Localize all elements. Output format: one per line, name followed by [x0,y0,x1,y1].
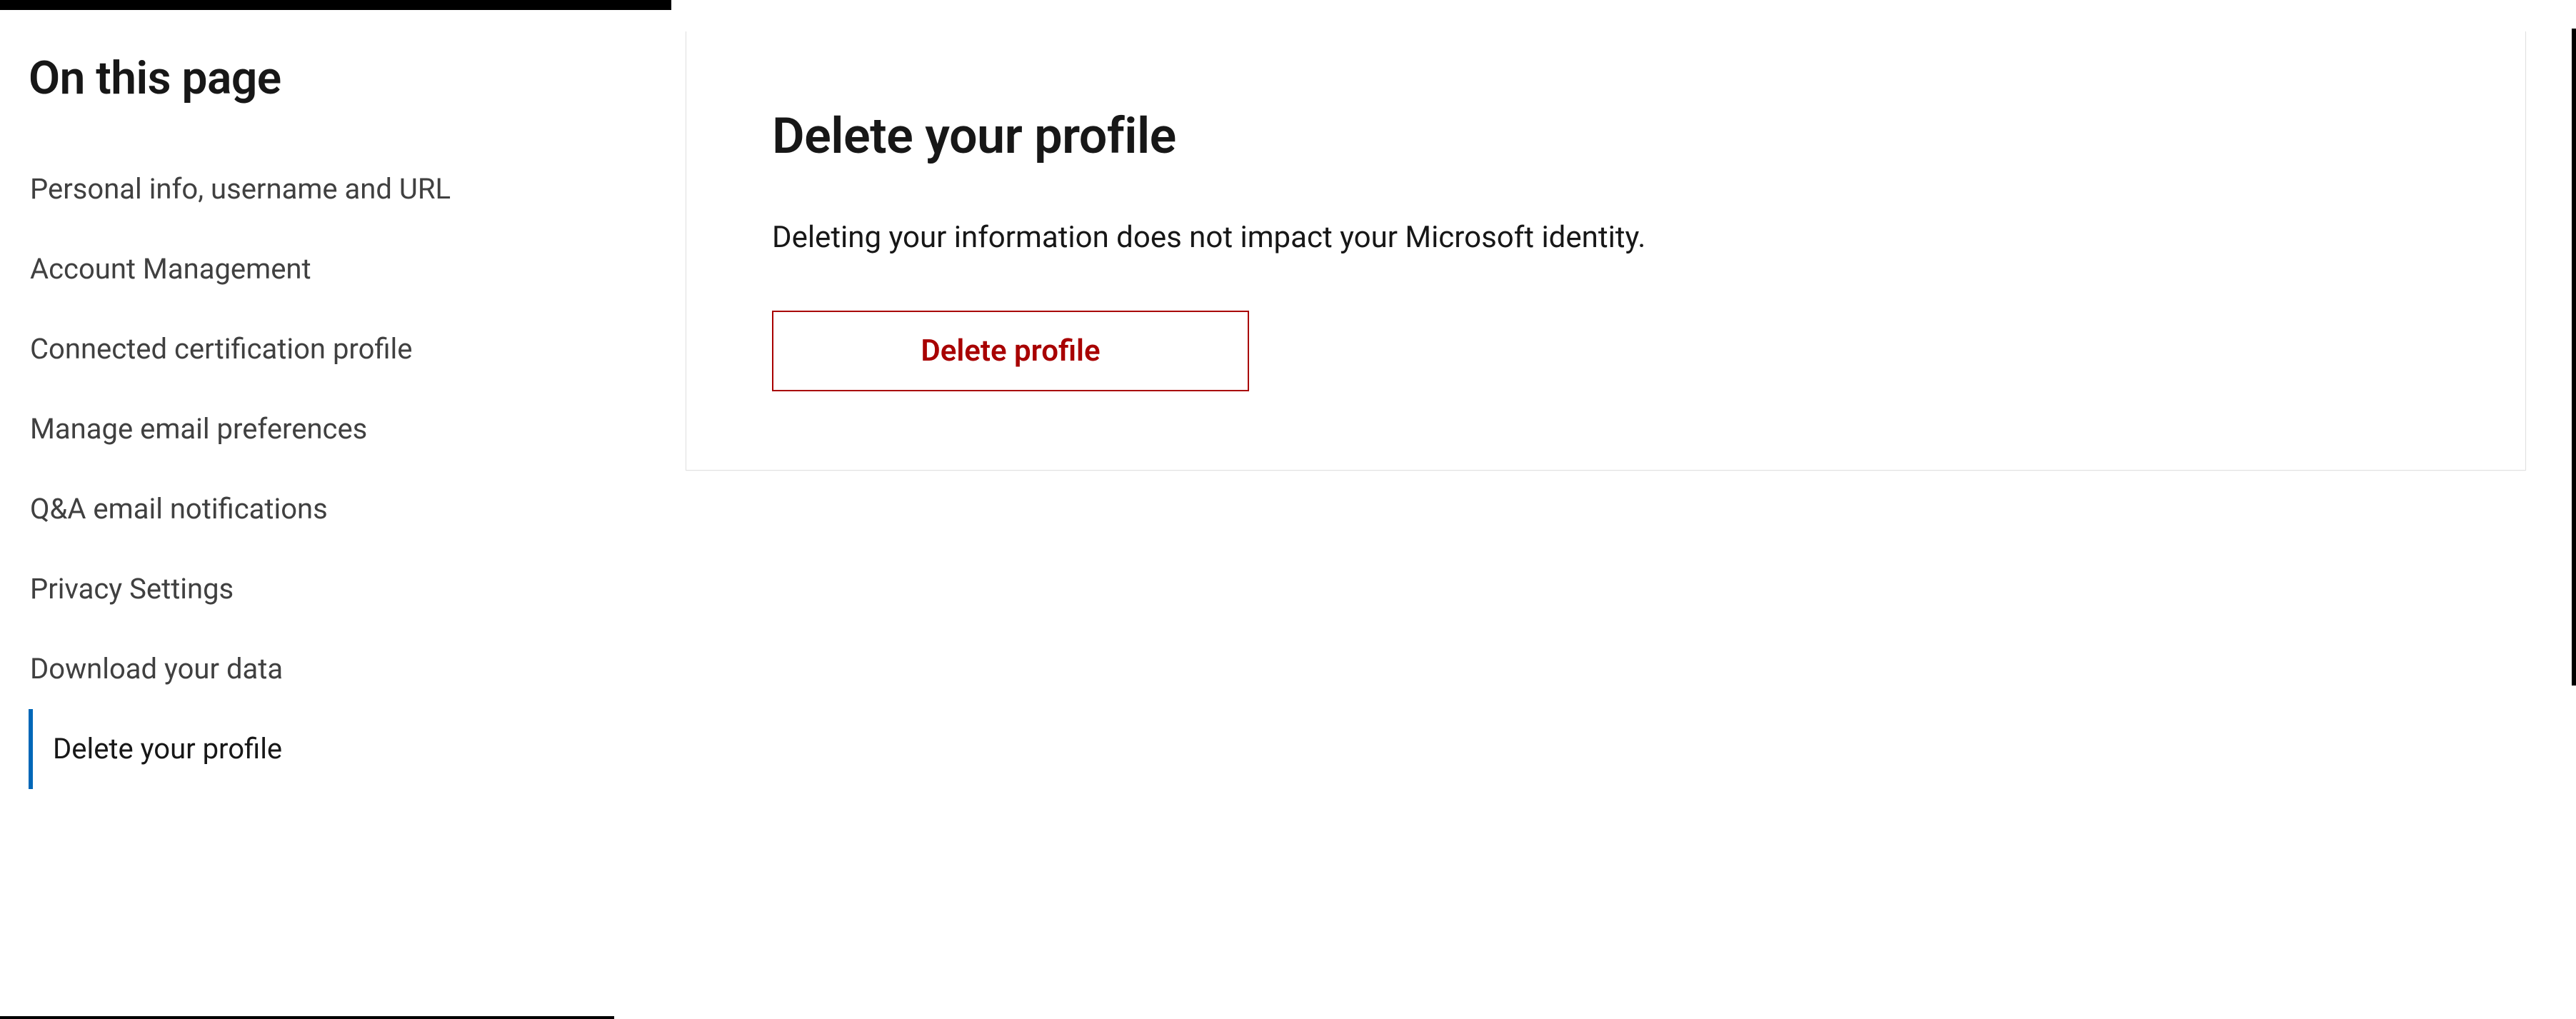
sidebar-title: On this page [29,51,643,105]
sidebar-item-account-management[interactable]: Account Management [24,229,643,309]
section-description: Deleting your information does not impac… [772,217,2440,259]
sidebar-item-label: Connected certification profile [30,332,413,366]
sidebar-item-label: Manage email preferences [30,412,367,446]
delete-profile-button[interactable]: Delete profile [772,311,1249,391]
sidebar-item-personal-info[interactable]: Personal info, username and URL [24,149,643,229]
sidebar-item-label: Download your data [30,652,283,686]
section-heading: Delete your profile [772,107,2440,166]
on-this-page-sidebar: On this page Personal info, username and… [0,0,671,1019]
sidebar-item-label: Personal info, username and URL [30,172,451,206]
sidebar-item-label: Q&A email notifications [30,492,328,526]
sidebar-nav-list: Personal info, username and URL Account … [29,149,643,789]
sidebar-item-privacy-settings[interactable]: Privacy Settings [24,549,643,629]
sidebar-item-label: Privacy Settings [30,572,234,606]
sidebar-item-label: Delete your profile [53,732,282,765]
sidebar-item-manage-email-preferences[interactable]: Manage email preferences [24,389,643,469]
sidebar-divider [0,1016,614,1019]
delete-profile-card: Delete your profile Deleting your inform… [686,31,2526,471]
main-content: Delete your profile Deleting your inform… [671,0,2576,1019]
sidebar-item-qa-email-notifications[interactable]: Q&A email notifications [24,469,643,549]
sidebar-item-connected-certification-profile[interactable]: Connected certification profile [24,309,643,389]
sidebar-item-download-your-data[interactable]: Download your data [24,629,643,709]
right-edge-rule [2572,29,2576,686]
sidebar-item-label: Account Management [30,252,311,286]
sidebar-item-delete-your-profile[interactable]: Delete your profile [29,709,643,789]
